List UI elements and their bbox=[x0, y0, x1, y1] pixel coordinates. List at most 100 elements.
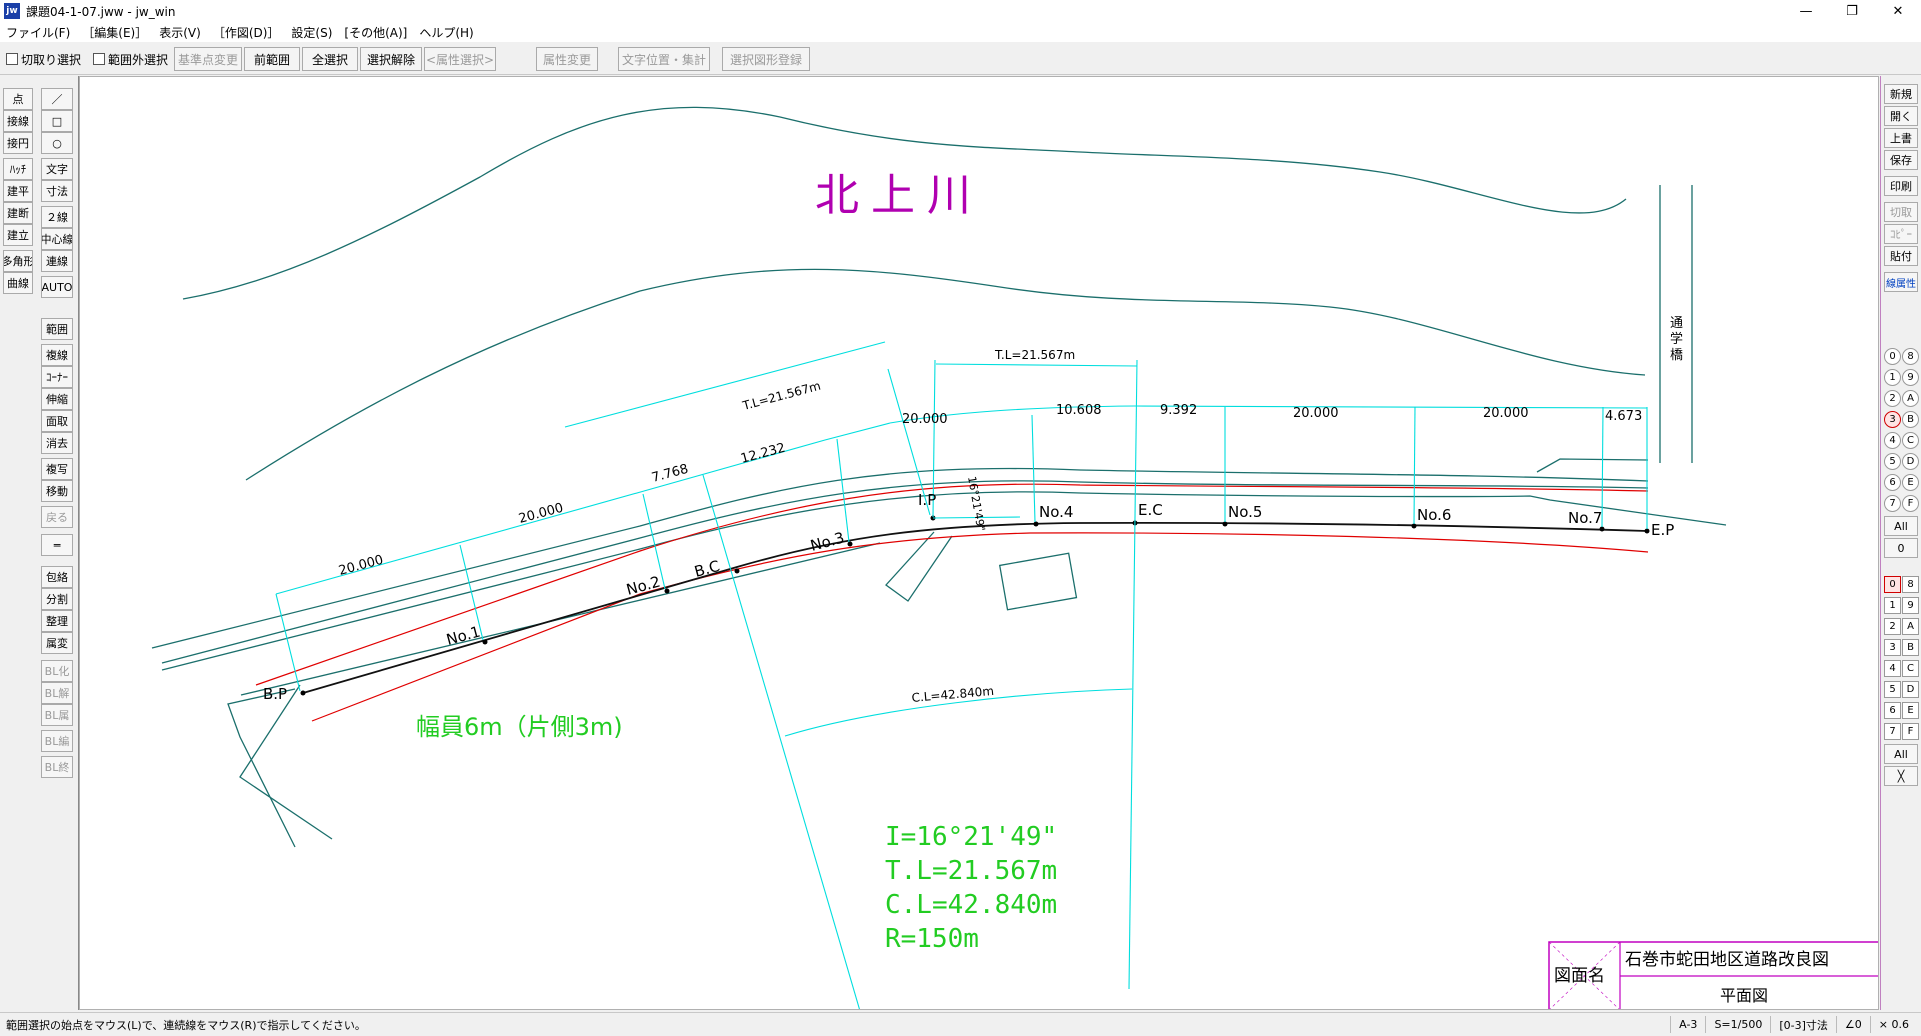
outside-select-checkbox[interactable]: 範囲外選択 bbox=[93, 51, 168, 68]
layer-f[interactable]: F bbox=[1902, 723, 1919, 740]
tool-double-line[interactable]: ２線 bbox=[41, 206, 73, 228]
layer-group-2[interactable]: 2 bbox=[1884, 390, 1901, 407]
layer-3[interactable]: 3 bbox=[1884, 639, 1901, 656]
layer-5[interactable]: 5 bbox=[1884, 681, 1901, 698]
tool-range[interactable]: 範囲 bbox=[41, 318, 73, 340]
menu-settings[interactable]: 設定(S) bbox=[285, 24, 338, 41]
cut-button[interactable]: 切取 bbox=[1884, 202, 1918, 222]
layer-group-0[interactable]: 0 bbox=[1884, 348, 1901, 365]
line-attribute-button[interactable]: 線属性 bbox=[1884, 272, 1918, 292]
layer-group-8[interactable]: 8 bbox=[1902, 348, 1919, 365]
tool-parallel-line[interactable]: 複線 bbox=[41, 344, 73, 366]
layer-a[interactable]: A bbox=[1902, 618, 1919, 635]
zoom-indicator[interactable]: × 0.6 bbox=[1869, 1016, 1917, 1033]
tool-block-create[interactable]: BL化 bbox=[41, 660, 73, 682]
layer-group-e[interactable]: E bbox=[1902, 474, 1919, 491]
tool-building-plan[interactable]: 建平 bbox=[3, 180, 33, 202]
tool-chamfer[interactable]: 面取 bbox=[41, 410, 73, 432]
layer-group-zero-button[interactable]: 0 bbox=[1884, 538, 1918, 558]
menu-edit[interactable]: ［編集(E)］ bbox=[76, 24, 153, 41]
layer-4[interactable]: 4 bbox=[1884, 660, 1901, 677]
tool-hatch[interactable]: ﾊｯﾁ bbox=[3, 158, 33, 180]
tool-tangent[interactable]: 接線 bbox=[3, 110, 33, 132]
layer-6[interactable]: 6 bbox=[1884, 702, 1901, 719]
tool-erase[interactable]: 消去 bbox=[41, 432, 73, 454]
tool-organize[interactable]: 整理 bbox=[41, 610, 73, 632]
tool-divide[interactable]: 分割 bbox=[41, 588, 73, 610]
layer-close-button[interactable]: ╳ bbox=[1884, 766, 1918, 786]
maximize-button[interactable]: ❐ bbox=[1829, 0, 1875, 22]
layer-8[interactable]: 8 bbox=[1902, 576, 1919, 593]
tool-linetype[interactable]: ═ bbox=[41, 534, 73, 556]
layer-7[interactable]: 7 bbox=[1884, 723, 1901, 740]
tool-dimension[interactable]: 寸法 bbox=[41, 180, 73, 202]
tool-attribute-change[interactable]: 属変 bbox=[41, 632, 73, 654]
layer-all-button[interactable]: All bbox=[1884, 744, 1918, 764]
layer-9[interactable]: 9 bbox=[1902, 597, 1919, 614]
base-point-change-button[interactable]: 基準点変更 bbox=[174, 47, 243, 71]
layer-group-d[interactable]: D bbox=[1902, 453, 1919, 470]
tool-copy[interactable]: 複写 bbox=[41, 458, 73, 480]
layer-group-4[interactable]: 4 bbox=[1884, 432, 1901, 449]
minimize-button[interactable]: — bbox=[1783, 0, 1829, 22]
select-all-button[interactable]: 全選択 bbox=[302, 47, 359, 71]
tool-text[interactable]: 文字 bbox=[41, 158, 73, 180]
menu-other[interactable]: [その他(A)] bbox=[338, 24, 413, 41]
tool-circle[interactable]: ○ bbox=[41, 132, 73, 154]
close-button[interactable]: ✕ bbox=[1875, 0, 1921, 22]
paper-size[interactable]: A-3 bbox=[1670, 1016, 1705, 1033]
tool-building-section[interactable]: 建断 bbox=[3, 202, 33, 224]
tool-block-attribute[interactable]: BL属 bbox=[41, 704, 73, 726]
tool-rectangle[interactable]: □ bbox=[41, 110, 73, 132]
open-file-button[interactable]: 開く bbox=[1884, 106, 1918, 126]
paste-button[interactable]: 貼付 bbox=[1884, 246, 1918, 266]
tool-corner[interactable]: ｺｰﾅｰ bbox=[41, 366, 73, 388]
save-button[interactable]: 保存 bbox=[1884, 150, 1918, 170]
layer-group-9[interactable]: 9 bbox=[1902, 369, 1919, 386]
angle-indicator[interactable]: ∠0 bbox=[1835, 1016, 1870, 1033]
layer-group-1[interactable]: 1 bbox=[1884, 369, 1901, 386]
copy-button[interactable]: ｺﾋﾟｰ bbox=[1884, 224, 1918, 244]
drawing-svg[interactable]: 20.000 20.000 7.768 12.232 20.000 10.608… bbox=[80, 77, 1879, 1010]
layer-group-f[interactable]: F bbox=[1902, 495, 1919, 512]
tool-center-line[interactable]: 中心線 bbox=[41, 228, 73, 250]
menu-help[interactable]: ヘルプ(H) bbox=[413, 24, 479, 41]
tool-continuous-line[interactable]: 連線 bbox=[41, 250, 73, 272]
tool-polygon[interactable]: 多角形 bbox=[3, 250, 33, 272]
cut-select-checkbox[interactable]: 切取り選択 bbox=[6, 51, 81, 68]
attribute-change-button[interactable]: 属性変更 bbox=[536, 47, 599, 71]
tool-auto[interactable]: AUTO bbox=[41, 276, 73, 298]
tool-block-end[interactable]: BL終 bbox=[41, 756, 73, 778]
layer-group-7[interactable]: 7 bbox=[1884, 495, 1901, 512]
tool-block-explode[interactable]: BL解 bbox=[41, 682, 73, 704]
tool-move[interactable]: 移動 bbox=[41, 480, 73, 502]
deselect-button[interactable]: 選択解除 bbox=[360, 47, 423, 71]
tool-line[interactable]: ／ bbox=[41, 88, 73, 110]
layer-0[interactable]: 0 bbox=[1884, 576, 1901, 593]
tool-point[interactable]: 点 bbox=[3, 88, 33, 110]
menu-file[interactable]: ファイル(F) bbox=[0, 24, 76, 41]
menu-view[interactable]: 表示(V) bbox=[153, 24, 207, 41]
tool-building-elevation[interactable]: 建立 bbox=[3, 224, 33, 246]
print-button[interactable]: 印刷 bbox=[1884, 176, 1918, 196]
layer-e[interactable]: E bbox=[1902, 702, 1919, 719]
tool-envelope[interactable]: 包絡 bbox=[41, 566, 73, 588]
layer-group-5[interactable]: 5 bbox=[1884, 453, 1901, 470]
tool-block-edit[interactable]: BL編 bbox=[41, 730, 73, 752]
layer-c[interactable]: C bbox=[1902, 660, 1919, 677]
menu-draw[interactable]: ［作図(D)］ bbox=[207, 24, 286, 41]
layer-b[interactable]: B bbox=[1902, 639, 1919, 656]
layer-2[interactable]: 2 bbox=[1884, 618, 1901, 635]
layer-group-c[interactable]: C bbox=[1902, 432, 1919, 449]
new-file-button[interactable]: 新規 bbox=[1884, 84, 1918, 104]
layer-group-a[interactable]: A bbox=[1902, 390, 1919, 407]
layer-group-b[interactable]: B bbox=[1902, 411, 1919, 428]
tool-undo[interactable]: 戻る bbox=[41, 506, 73, 528]
text-position-button[interactable]: 文字位置・集計 bbox=[618, 47, 711, 71]
attribute-select-button[interactable]: <属性選択> bbox=[424, 47, 497, 71]
tool-stretch[interactable]: 伸縮 bbox=[41, 388, 73, 410]
drawing-canvas[interactable]: 20.000 20.000 7.768 12.232 20.000 10.608… bbox=[79, 76, 1879, 1010]
scale-indicator[interactable]: S=1/500 bbox=[1705, 1016, 1770, 1033]
layer-d[interactable]: D bbox=[1902, 681, 1919, 698]
layer-1[interactable]: 1 bbox=[1884, 597, 1901, 614]
